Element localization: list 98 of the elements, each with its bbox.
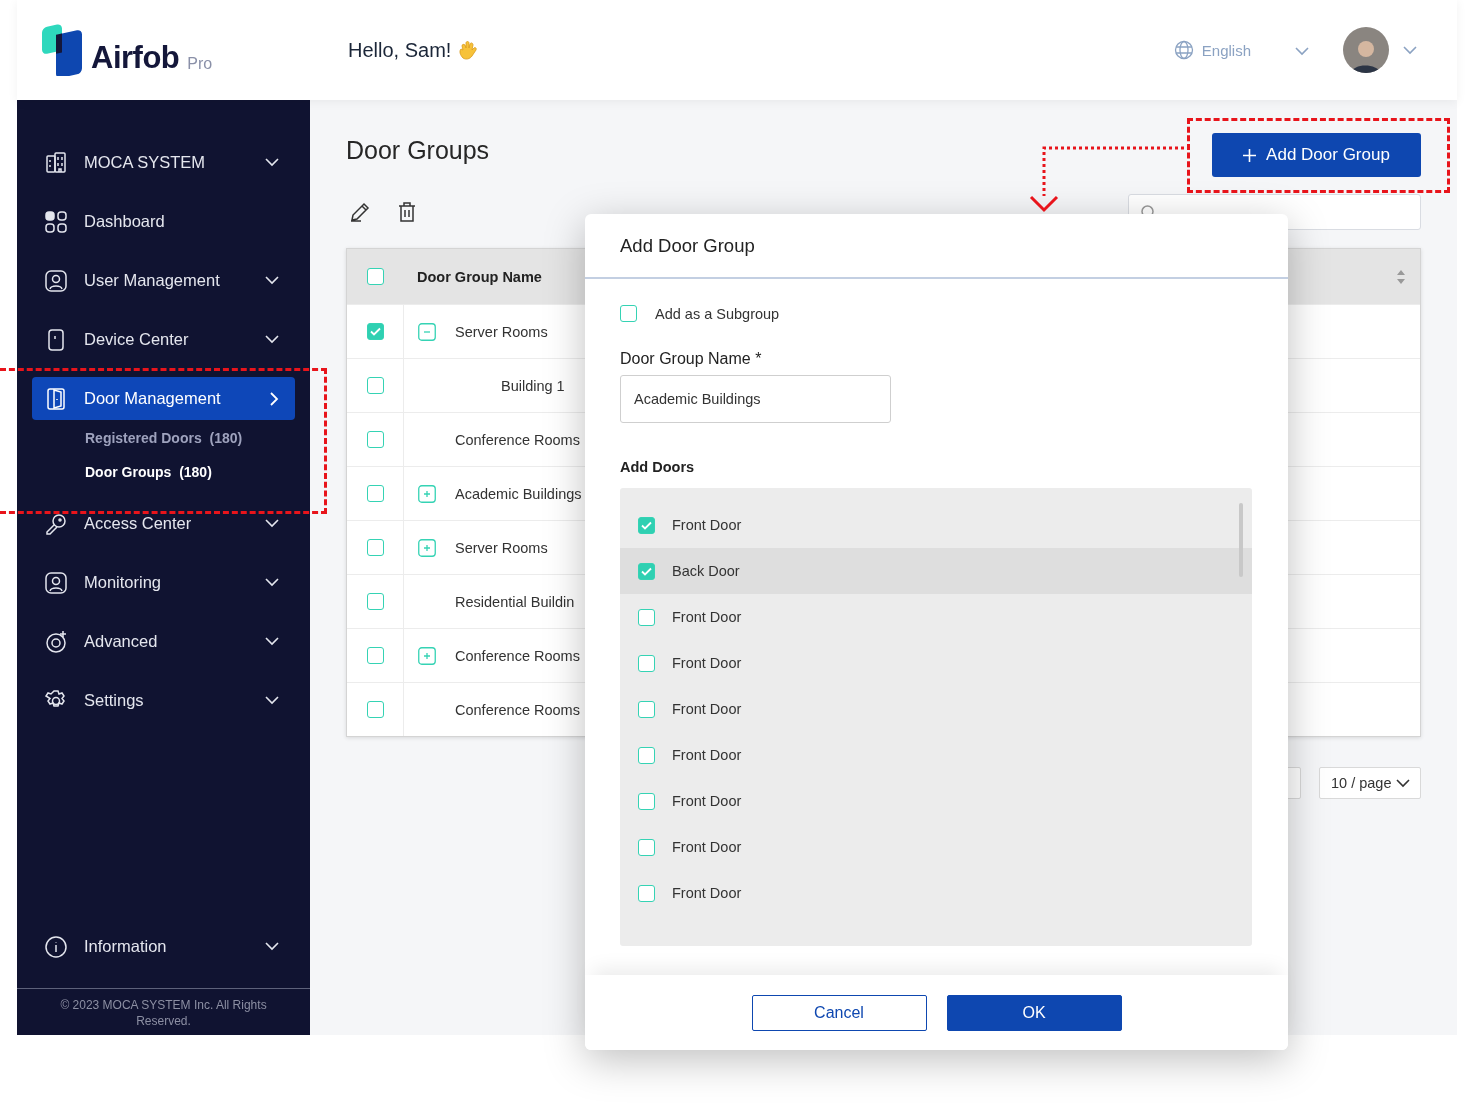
table-cell: Server Rooms: [455, 323, 548, 340]
row-checkbox[interactable]: [366, 377, 384, 394]
greeting: Hello, Sam!: [348, 38, 452, 62]
sidebar-item[interactable]: Dashboard: [32, 200, 295, 243]
row-checkbox[interactable]: [366, 593, 384, 610]
page-size-select[interactable]: 10 / page: [1319, 767, 1421, 799]
checkmark-icon: [369, 327, 381, 336]
chevron-down-icon: [265, 335, 279, 344]
chevron-down-icon: [265, 637, 279, 646]
chevron-down-icon: [265, 696, 279, 705]
door-name: Front Door: [672, 747, 742, 763]
expand-icon[interactable]: [418, 484, 436, 503]
section-label: Add Doors: [620, 459, 696, 475]
chevron-down-icon: [1295, 46, 1309, 56]
logo-icon: [41, 24, 83, 76]
door-name: Front Door: [672, 701, 742, 717]
field-label: Door Group Name *: [620, 350, 763, 368]
door-name: Back Door: [672, 563, 740, 579]
door-checkbox[interactable]: [638, 746, 655, 764]
chevron-down-icon: [265, 276, 279, 285]
info-icon: [44, 934, 68, 959]
table-cell: Academic Buildings: [455, 485, 582, 502]
door-checkbox[interactable]: [638, 516, 655, 534]
row-checkbox[interactable]: [366, 431, 384, 448]
door-name: Front Door: [672, 839, 742, 855]
door-checkbox[interactable]: [638, 700, 655, 718]
key-icon: [44, 511, 68, 536]
chevron-down-icon: [265, 942, 279, 951]
scrollbar[interactable]: [1239, 503, 1243, 577]
door-checkbox[interactable]: [638, 838, 655, 856]
edit-icon[interactable]: [349, 201, 371, 223]
collapse-icon[interactable]: [418, 322, 436, 341]
chevron-down-icon: [1403, 46, 1417, 55]
chevron-right-icon: [270, 391, 279, 406]
table-cell: Conference Rooms: [455, 431, 580, 448]
edition-label: Pro: [187, 55, 213, 73]
user-icon: [44, 268, 68, 293]
dialog-title: Add Door Group: [585, 214, 1288, 279]
expand-icon[interactable]: [418, 646, 436, 665]
dashboard-icon: [44, 209, 68, 234]
globe-icon: [1173, 40, 1194, 60]
door-checkbox[interactable]: [638, 792, 655, 810]
door-name: Front Door: [672, 655, 742, 671]
chevron-down-icon: [265, 158, 279, 167]
expand-icon[interactable]: [418, 538, 436, 557]
chevron-down-icon: [1396, 778, 1410, 788]
table-cell: Conference Rooms: [455, 701, 580, 718]
sidebar-item[interactable]: Advanced: [32, 620, 295, 663]
building-icon: [44, 150, 68, 175]
row-checkbox[interactable]: [366, 485, 384, 502]
sidebar-subitem[interactable]: Door Groups (180): [85, 464, 310, 480]
door-checkbox[interactable]: [638, 884, 655, 902]
checkbox-label: Add as a Subgroup: [655, 305, 780, 322]
door-name: Front Door: [672, 793, 742, 809]
sidebar-item[interactable]: MOCA SYSTEM: [32, 141, 295, 184]
table-cell: Residential Buildin: [455, 593, 575, 610]
table-cell: Server Rooms: [455, 539, 548, 556]
chevron-down-icon: [265, 519, 279, 528]
door-icon: [44, 386, 68, 411]
door-name: Front Door: [672, 885, 742, 901]
door-checkbox[interactable]: [638, 654, 655, 672]
subgroup-checkbox[interactable]: [620, 305, 637, 322]
column-header: Door Group Name: [416, 268, 543, 285]
door-checkbox[interactable]: [638, 608, 655, 626]
add-door-group-button[interactable]: Add Door Group: [1212, 133, 1421, 177]
door-name: Front Door: [672, 517, 742, 533]
brand-name: Airfob: [91, 40, 180, 76]
row-checkbox[interactable]: [366, 647, 384, 664]
sidebar-subitem[interactable]: Registered Doors (180): [85, 430, 310, 446]
row-checkbox[interactable]: [366, 323, 384, 340]
chevron-down-icon: [265, 578, 279, 587]
plus-icon: [1243, 148, 1257, 162]
door-group-name-field[interactable]: Academic Buildings: [620, 375, 891, 423]
table-cell: Conference Rooms: [455, 647, 580, 664]
checkmark-icon: [641, 520, 652, 530]
page-title: Door Groups: [346, 136, 490, 165]
sidebar-item[interactable]: Device Center: [32, 318, 295, 361]
door-checkbox[interactable]: [638, 562, 655, 580]
sidebar-item[interactable]: Settings: [32, 679, 295, 722]
avatar[interactable]: [1343, 27, 1389, 73]
door-name: Front Door: [672, 609, 742, 625]
sidebar-item[interactable]: Access Center: [32, 502, 295, 545]
sort-icon[interactable]: [1396, 268, 1406, 285]
sidebar-item[interactable]: Door Management: [32, 377, 295, 420]
sidebar-item[interactable]: User Management: [32, 259, 295, 302]
row-checkbox[interactable]: [366, 701, 384, 718]
sidebar-item[interactable]: Information: [32, 925, 295, 968]
monitor-icon: [44, 570, 68, 595]
table-cell: Building 1: [501, 377, 565, 394]
cancel-button[interactable]: Cancel: [751, 994, 927, 1031]
row-checkbox[interactable]: [366, 539, 384, 556]
waving-hand-icon: [457, 39, 480, 61]
sidebar-item[interactable]: Monitoring: [32, 561, 295, 604]
ok-button[interactable]: OK: [946, 994, 1122, 1031]
target-icon: [44, 629, 68, 654]
checkmark-icon: [641, 566, 652, 576]
select-all-checkbox[interactable]: [366, 268, 384, 285]
delete-icon[interactable]: [397, 201, 417, 223]
